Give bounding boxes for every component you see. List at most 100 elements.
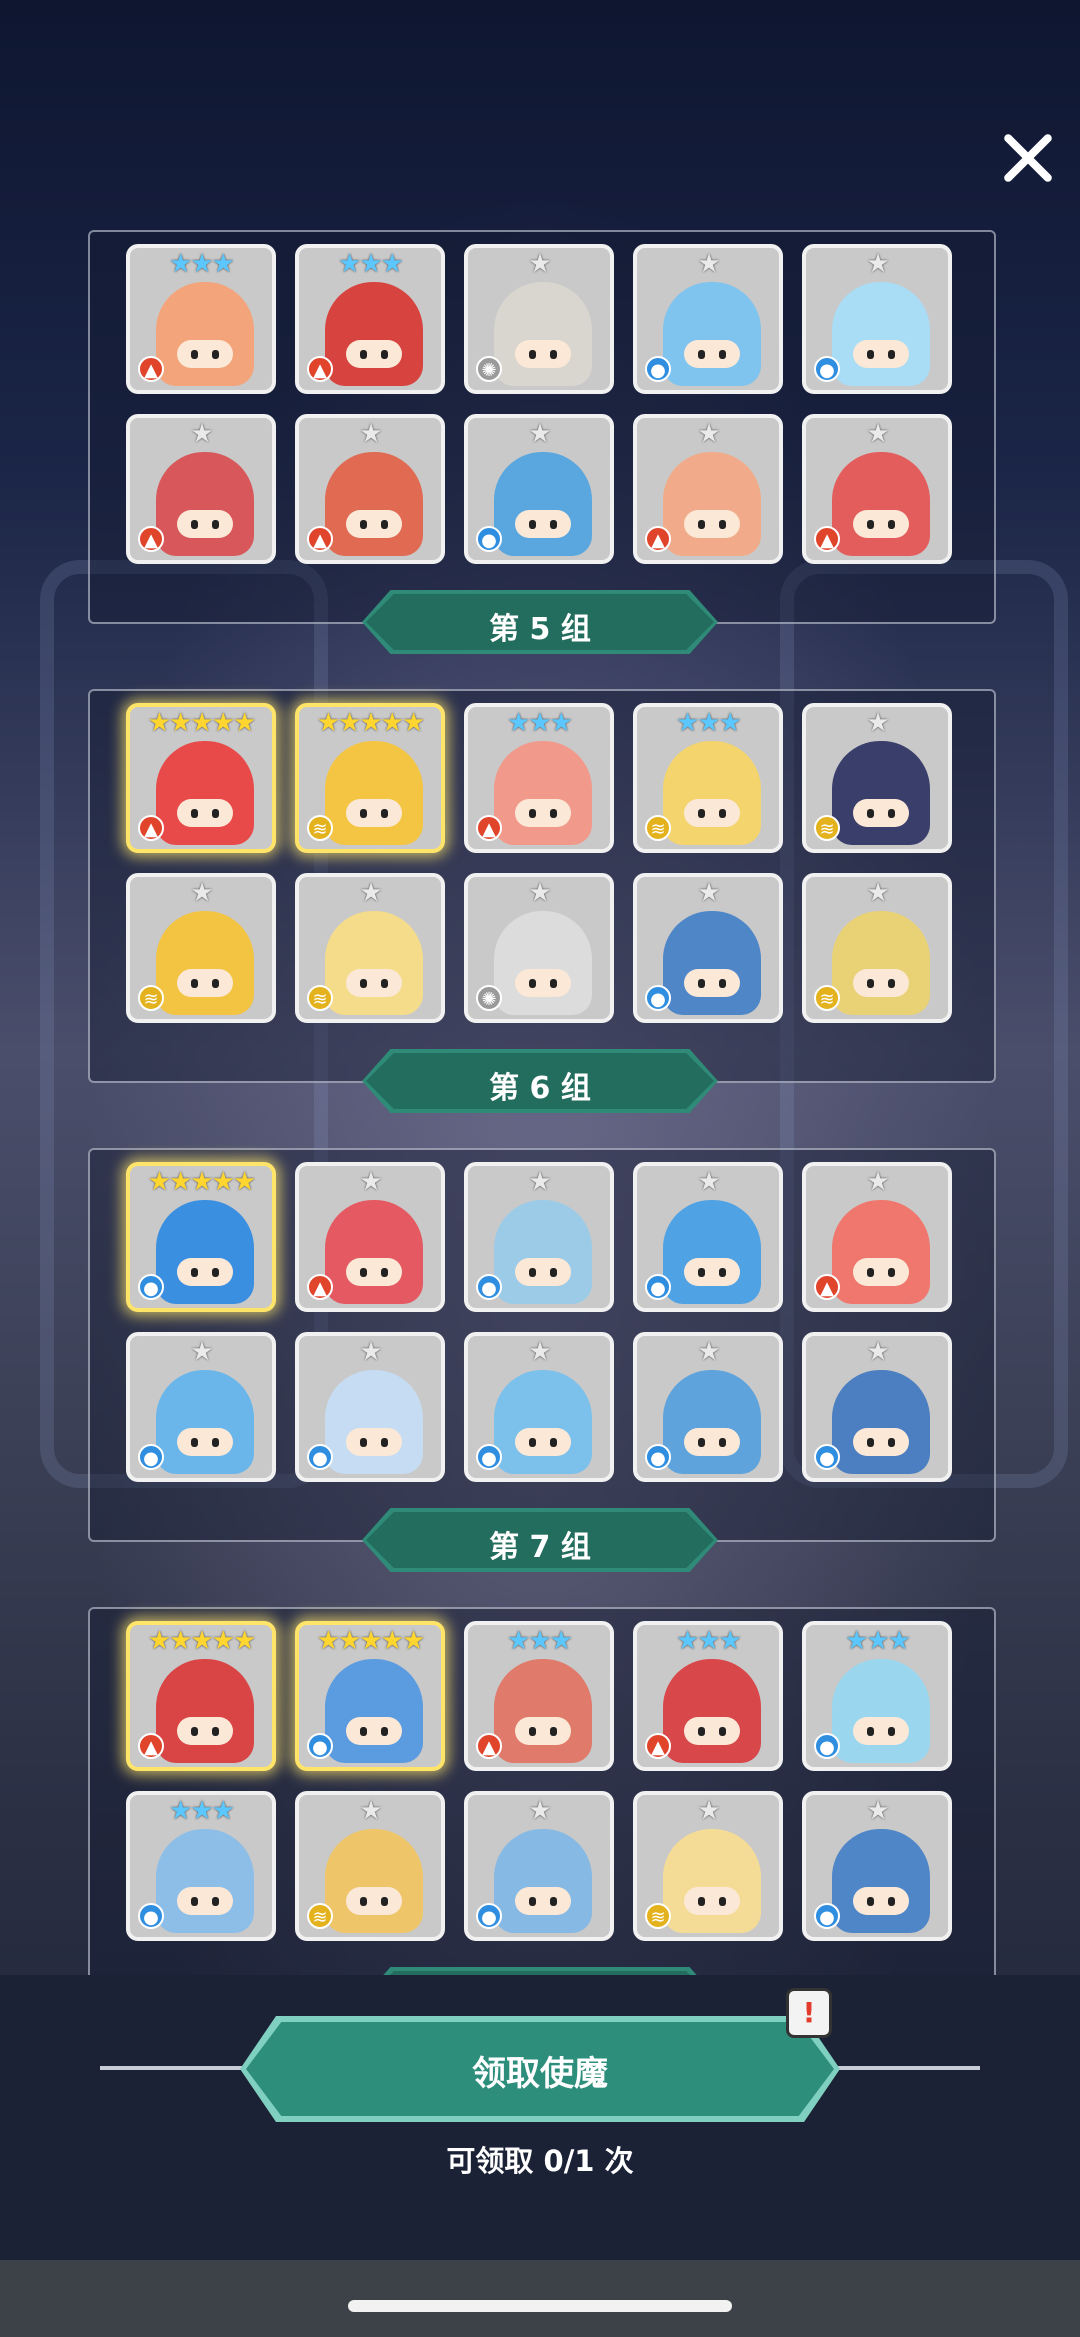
familiar-portrait <box>494 1829 592 1933</box>
familiar-portrait <box>325 1200 423 1304</box>
familiar-card[interactable]: ★ ≋ <box>295 873 445 1023</box>
familiar-card[interactable]: ★★★ ▲ <box>295 244 445 394</box>
star-rating: ★ <box>697 419 720 449</box>
familiar-portrait <box>325 1370 423 1474</box>
wind-element-icon: ≋ <box>814 815 840 841</box>
familiar-card[interactable]: ★ ● <box>633 1162 783 1312</box>
familiar-portrait <box>156 282 254 386</box>
group-label-5: 第 5 组 <box>362 590 718 654</box>
water-element-icon: ● <box>814 356 840 382</box>
familiar-portrait <box>325 1829 423 1933</box>
familiar-card[interactable]: ★ ● <box>802 244 952 394</box>
star-rating: ★ <box>866 419 889 449</box>
familiar-card[interactable]: ★ ● <box>633 1332 783 1482</box>
familiar-card[interactable]: ★★★ ▲ <box>126 244 276 394</box>
familiar-card[interactable]: ★ ≋ <box>126 873 276 1023</box>
familiar-card[interactable]: ★ ≋ <box>633 1791 783 1941</box>
familiar-portrait <box>494 741 592 845</box>
group-list[interactable]: ★★★ ▲ ★★★ ▲ ★ ✺ ★ ● ★ ● ★ ▲ ★ ▲ ★ ● ★ ▲ ★ ▲ 第 5 组 ★★★★★ ▲ ★★★… <box>0 215 1080 1975</box>
familiar-card[interactable]: ★ ≋ <box>802 703 952 853</box>
familiar-card[interactable]: ★★★ ▲ <box>464 703 614 853</box>
familiar-card[interactable]: ★ ▲ <box>633 414 783 564</box>
familiar-card[interactable]: ★★★★★ ≋ <box>295 703 445 853</box>
group-label-8 <box>362 1967 718 1975</box>
familiar-card[interactable]: ★ ≋ <box>802 873 952 1023</box>
familiar-portrait <box>325 1659 423 1763</box>
star-rating: ★★★ <box>338 249 404 279</box>
fire-element-icon: ▲ <box>307 1274 333 1300</box>
water-element-icon: ● <box>307 1444 333 1470</box>
familiar-card[interactable]: ★ ▲ <box>295 1162 445 1312</box>
familiar-portrait <box>325 911 423 1015</box>
familiar-card[interactable]: ★★★ ● <box>802 1621 952 1771</box>
wind-element-icon: ≋ <box>645 815 671 841</box>
familiar-card[interactable]: ★ ▲ <box>802 414 952 564</box>
familiar-card[interactable]: ★ ● <box>464 1162 614 1312</box>
familiar-portrait <box>325 452 423 556</box>
familiar-card[interactable]: ★ ● <box>633 873 783 1023</box>
divider-line-left <box>100 2066 260 2070</box>
water-element-icon: ● <box>138 1903 164 1929</box>
familiar-card[interactable]: ★ ● <box>295 1332 445 1482</box>
water-element-icon: ● <box>476 1274 502 1300</box>
familiar-portrait <box>156 452 254 556</box>
star-rating: ★ <box>190 419 213 449</box>
wind-element-icon: ≋ <box>645 1903 671 1929</box>
familiar-card[interactable]: ★★★★★ ▲ <box>126 703 276 853</box>
familiar-card[interactable]: ★ ● <box>802 1332 952 1482</box>
familiar-card[interactable]: ★★★ ● <box>126 1791 276 1941</box>
star-rating: ★ <box>866 1167 889 1197</box>
familiar-card[interactable]: ★★★★★ ▲ <box>126 1621 276 1771</box>
claim-count-text: 可领取 0/1 次 <box>446 2144 634 2178</box>
home-indicator[interactable] <box>348 2300 732 2312</box>
group-panel-5: ★★★ ▲ ★★★ ▲ ★ ✺ ★ ● ★ ● ★ ▲ ★ ▲ ★ ● ★ ▲ ★ ▲ <box>88 230 996 624</box>
group-label-text: 第 6 组 <box>489 1071 591 1106</box>
water-element-icon: ● <box>307 1733 333 1759</box>
water-element-icon: ● <box>476 1444 502 1470</box>
familiar-card[interactable]: ★ ✺ <box>464 244 614 394</box>
familiar-card[interactable]: ★★★ ≋ <box>633 703 783 853</box>
water-element-icon: ● <box>645 985 671 1011</box>
star-rating: ★ <box>697 878 720 908</box>
familiar-portrait <box>832 911 930 1015</box>
star-rating: ★★★★★ <box>147 708 257 738</box>
wind-element-icon: ≋ <box>307 1903 333 1929</box>
familiar-card[interactable]: ★★★★★ ● <box>126 1162 276 1312</box>
star-rating: ★ <box>359 419 382 449</box>
familiar-card[interactable]: ★ ● <box>464 1332 614 1482</box>
star-rating: ★ <box>697 1167 720 1197</box>
fire-element-icon: ▲ <box>476 815 502 841</box>
fire-element-icon: ▲ <box>138 815 164 841</box>
familiar-card[interactable]: ★ ≋ <box>295 1791 445 1941</box>
familiar-card[interactable]: ★★★ ▲ <box>633 1621 783 1771</box>
card-grid: ★★★★★ ▲ ★★★★★ ≋ ★★★ ▲ ★★★ ≋ ★ ≋ ★ ≋ ★ ≋ ★ ✺ ★ ● ★ ≋ <box>126 703 952 1023</box>
star-rating: ★ <box>528 1337 551 1367</box>
star-rating: ★ <box>359 878 382 908</box>
water-element-icon: ● <box>645 356 671 382</box>
star-rating: ★ <box>190 878 213 908</box>
familiar-portrait <box>494 452 592 556</box>
fire-element-icon: ▲ <box>307 526 333 552</box>
familiar-portrait <box>156 1829 254 1933</box>
familiar-card[interactable]: ★ ● <box>126 1332 276 1482</box>
familiar-card[interactable]: ★★★ ▲ <box>464 1621 614 1771</box>
claim-familiar-button[interactable]: 领取使魔 <box>240 2016 840 2122</box>
familiar-card[interactable]: ★ ▲ <box>126 414 276 564</box>
familiar-portrait <box>663 452 761 556</box>
familiar-portrait <box>663 911 761 1015</box>
star-rating: ★ <box>866 708 889 738</box>
water-element-icon: ● <box>814 1733 840 1759</box>
familiar-card[interactable]: ★ ● <box>633 244 783 394</box>
familiar-portrait <box>663 282 761 386</box>
familiar-card[interactable]: ★ ● <box>802 1791 952 1941</box>
star-rating: ★ <box>359 1167 382 1197</box>
familiar-card[interactable]: ★ ● <box>464 414 614 564</box>
familiar-card[interactable]: ★ ● <box>464 1791 614 1941</box>
familiar-card[interactable]: ★ ▲ <box>802 1162 952 1312</box>
close-icon[interactable] <box>1000 130 1056 186</box>
star-rating: ★★★★★ <box>147 1167 257 1197</box>
familiar-card[interactable]: ★ ✺ <box>464 873 614 1023</box>
familiar-card[interactable]: ★★★★★ ● <box>295 1621 445 1771</box>
water-element-icon: ● <box>645 1274 671 1300</box>
familiar-card[interactable]: ★ ▲ <box>295 414 445 564</box>
